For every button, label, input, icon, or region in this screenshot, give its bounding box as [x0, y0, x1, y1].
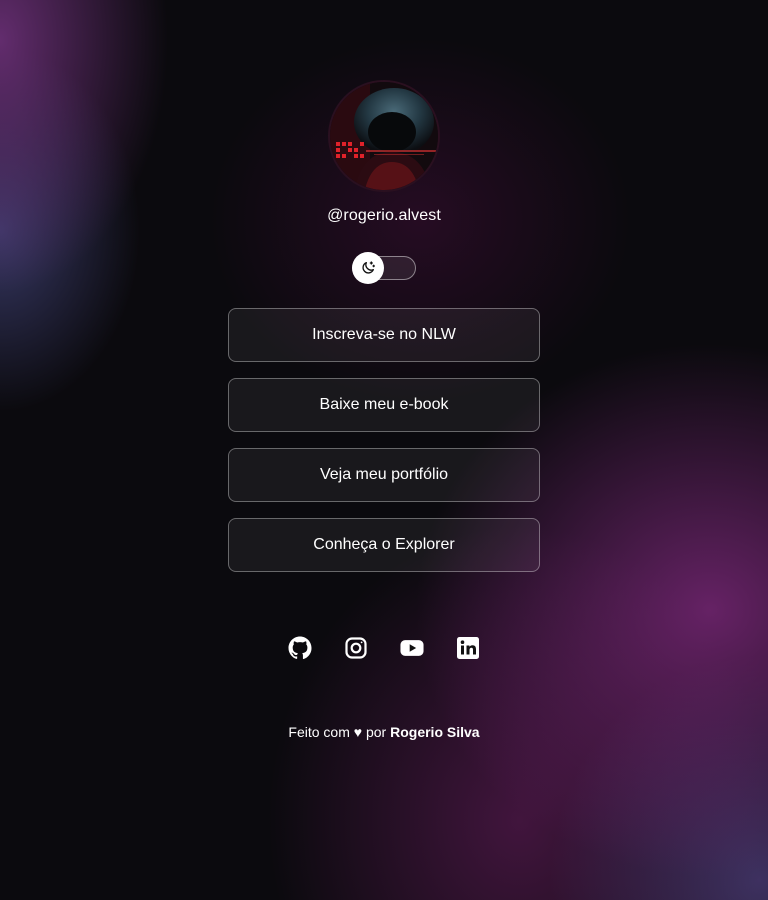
social-links	[0, 634, 768, 662]
avatar-image	[330, 82, 438, 190]
username: @rogerio.alvest	[327, 207, 441, 224]
footer-middle: por	[365, 724, 387, 740]
heart-icon: ♥	[353, 724, 363, 740]
link-button-explorer[interactable]: Conheça o Explorer	[228, 518, 540, 572]
avatar	[328, 80, 440, 192]
footer-credit: Feito com ♥ por Rogerio Silva	[0, 724, 768, 740]
footer-prefix: Feito com	[288, 724, 350, 740]
list-item: Inscreva-se no NLW	[228, 308, 540, 362]
youtube-link[interactable]	[400, 634, 424, 662]
switch-knob[interactable]	[352, 252, 384, 284]
page-container: @rogerio.alvest Inscreva-se no NLW Baixe…	[0, 0, 768, 900]
link-button-ebook[interactable]: Baixe meu e-book	[228, 378, 540, 432]
github-icon	[288, 636, 312, 660]
list-item: Conheça o Explorer	[228, 518, 540, 572]
linkedin-link[interactable]	[456, 634, 480, 662]
list-item: Baixe meu e-book	[228, 378, 540, 432]
moon-stars-icon	[362, 261, 375, 274]
theme-toggle-switch[interactable]	[352, 252, 416, 284]
github-link[interactable]	[288, 634, 312, 662]
link-button-nlw[interactable]: Inscreva-se no NLW	[228, 308, 540, 362]
youtube-icon	[400, 640, 424, 656]
footer-author: Rogerio Silva	[390, 724, 480, 740]
linkedin-icon	[457, 637, 479, 659]
link-button-portfolio[interactable]: Veja meu portfólio	[228, 448, 540, 502]
instagram-icon	[345, 637, 367, 659]
link-list: Inscreva-se no NLW Baixe meu e-book Veja…	[228, 308, 540, 588]
instagram-link[interactable]	[344, 634, 368, 662]
profile: @rogerio.alvest	[0, 80, 768, 225]
list-item: Veja meu portfólio	[228, 448, 540, 502]
